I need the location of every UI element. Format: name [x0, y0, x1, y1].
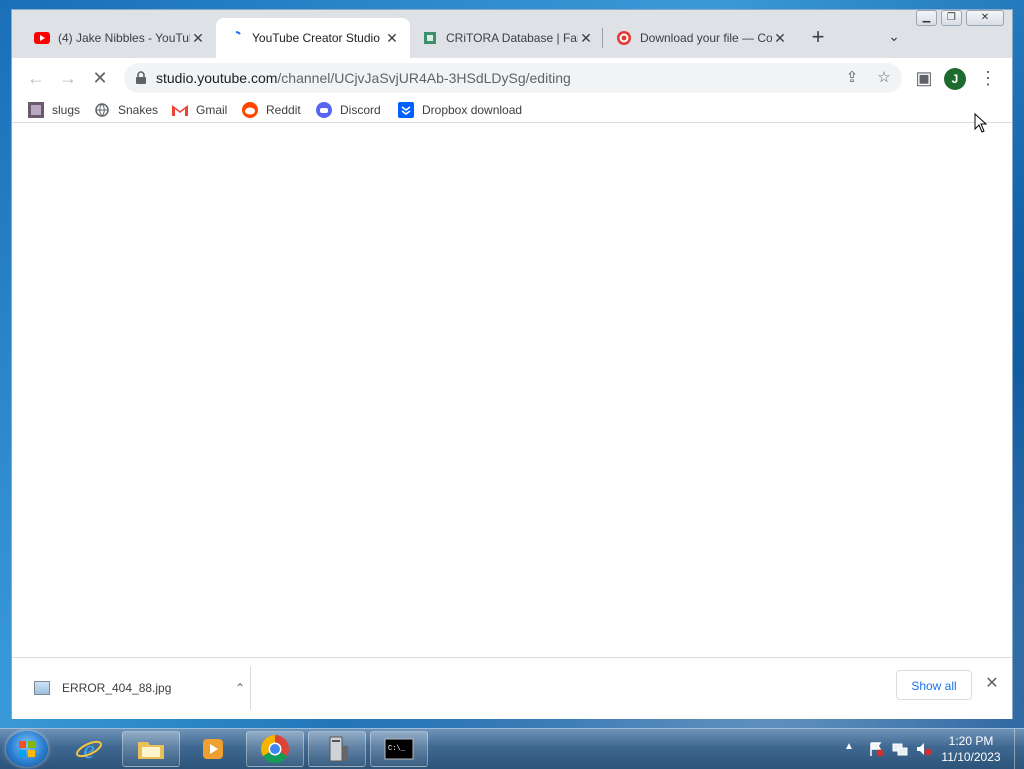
- bookmark-slugs[interactable]: slugs: [28, 100, 80, 120]
- tab-jake-nibbles[interactable]: (4) Jake Nibbles - YouTube ✕: [22, 18, 216, 58]
- address-bar[interactable]: studio.youtube.com/channel/UCjvJaSvjUR4A…: [124, 63, 902, 93]
- reddit-icon: [242, 102, 258, 118]
- computer-taskbar-button[interactable]: [308, 731, 366, 767]
- volume-muted-icon[interactable]: [916, 741, 932, 757]
- start-button[interactable]: [6, 731, 48, 767]
- bookmark-discord[interactable]: Discord: [316, 100, 381, 120]
- svg-text:C:\_: C:\_: [388, 745, 406, 753]
- mouse-cursor-icon: [974, 113, 988, 133]
- tab-close-icon[interactable]: ✕: [190, 30, 206, 46]
- globe-icon: [94, 102, 110, 118]
- chrome-icon: [261, 735, 289, 763]
- chevron-up-icon[interactable]: ⌃: [230, 681, 250, 695]
- bookmarks-bar: slugs Snakes Gmail Reddit Discord Dropbo…: [12, 98, 1012, 123]
- action-center-flag-icon[interactable]: [868, 741, 884, 757]
- forward-arrow-icon[interactable]: →: [54, 64, 82, 92]
- windows-logo-icon: [19, 741, 35, 757]
- command-prompt-taskbar-button[interactable]: C:\_: [370, 731, 428, 767]
- youtube-icon: [34, 30, 50, 46]
- tab-title: CRiTORA Database | Fandom: [446, 31, 578, 45]
- bookmark-reddit[interactable]: Reddit: [242, 100, 301, 120]
- bookmark-gmail[interactable]: Gmail: [172, 100, 227, 120]
- slugs-icon: [28, 102, 44, 118]
- bookmark-label: Discord: [340, 103, 381, 117]
- computer-icon: [329, 736, 348, 762]
- tab-title: Download your file — Convertio: [640, 31, 772, 45]
- tab-close-icon[interactable]: ✕: [384, 30, 400, 46]
- bookmark-label: Gmail: [196, 103, 228, 117]
- browser-toolbar: ← → ✕ studio.youtube.com/channel/UCjvJaS…: [12, 58, 1012, 98]
- folder-icon: [138, 742, 164, 759]
- media-player-taskbar-button[interactable]: [184, 731, 242, 767]
- explorer-taskbar-button[interactable]: [122, 731, 180, 767]
- lock-icon: [134, 71, 148, 85]
- bookmark-snakes[interactable]: Snakes: [94, 100, 158, 120]
- clock-date: 11/10/2023: [941, 750, 1001, 764]
- back-arrow-icon[interactable]: ←: [22, 64, 50, 92]
- chrome-taskbar-button[interactable]: [246, 731, 304, 767]
- bookmark-dropbox-download[interactable]: Dropbox download: [398, 100, 522, 120]
- show-desktop-button[interactable]: [1014, 729, 1024, 769]
- tab-title: YouTube Creator Studio: [252, 31, 380, 45]
- system-tray: ▲ 1:20 PM 11/10/2023: [840, 729, 1024, 769]
- tab-critora-database[interactable]: CRiTORA Database | Fandom ✕: [410, 18, 604, 58]
- maximize-button[interactable]: ❐: [940, 10, 962, 26]
- dropbox-icon: [398, 102, 414, 118]
- minimize-button[interactable]: ▁: [916, 10, 937, 26]
- taskbar: e C:\_ ▲ 1:20 PM 11/10/2023: [0, 728, 1024, 769]
- download-item[interactable]: ERROR_404_88.jpg ⌃: [22, 668, 250, 708]
- close-shelf-icon[interactable]: ✕: [982, 674, 1002, 694]
- window-controls: ▁ ❐ ✕: [916, 10, 1008, 28]
- tab-close-icon[interactable]: ✕: [772, 30, 788, 46]
- command-prompt-icon: C:\_: [384, 738, 414, 760]
- bookmark-label: Snakes: [118, 103, 159, 117]
- network-icon[interactable]: [892, 741, 908, 757]
- bookmark-label: Dropbox download: [422, 103, 523, 117]
- stop-loading-icon[interactable]: ✕: [86, 64, 114, 92]
- download-filename: ERROR_404_88.jpg: [62, 681, 172, 695]
- show-hidden-icons-icon[interactable]: ▲: [844, 741, 854, 752]
- clock-time: 1:20 PM: [948, 734, 994, 748]
- new-tab-button[interactable]: +: [806, 26, 830, 50]
- media-player-icon: [203, 739, 223, 759]
- bookmark-label: Reddit: [266, 103, 301, 117]
- download-shelf: ERROR_404_88.jpg ⌃ Show all ✕: [12, 657, 1012, 719]
- taskbar-clock[interactable]: 1:20 PM 11/10/2023: [936, 733, 1006, 765]
- page-content: [12, 123, 1012, 657]
- loading-spinner-icon: [228, 30, 244, 46]
- share-icon[interactable]: ⇪: [842, 68, 862, 88]
- convertio-icon: [616, 30, 632, 46]
- bookmark-star-icon[interactable]: ☆: [874, 68, 894, 88]
- show-all-button[interactable]: Show all: [896, 670, 972, 700]
- internet-explorer-icon: e: [76, 735, 102, 763]
- side-panel-icon[interactable]: ▣: [910, 64, 938, 92]
- tab-separator: [602, 28, 603, 48]
- internet-explorer-taskbar-button[interactable]: e: [60, 731, 118, 767]
- close-window-button[interactable]: ✕: [965, 10, 1005, 26]
- discord-icon: [316, 102, 332, 118]
- svg-text:e: e: [83, 735, 95, 763]
- browser-window: (4) Jake Nibbles - YouTube ✕ YouTube Cre…: [12, 10, 1012, 719]
- critora-icon: [422, 30, 438, 46]
- tab-youtube-creator-studio[interactable]: YouTube Creator Studio ✕: [216, 18, 410, 58]
- url-path: /channel/UCjvJaSvjUR4Ab-3HSdLDySg/editin…: [277, 70, 571, 86]
- url-host: studio.youtube.com: [156, 70, 278, 86]
- tab-title: (4) Jake Nibbles - YouTube: [58, 31, 190, 45]
- profile-avatar[interactable]: J: [944, 68, 966, 90]
- tab-search-chevron-icon[interactable]: ⌄: [882, 28, 906, 48]
- download-separator: [250, 666, 251, 710]
- kebab-menu-icon[interactable]: ⋮: [974, 64, 1002, 92]
- bookmark-label: slugs: [52, 103, 81, 117]
- url-text: studio.youtube.com/channel/UCjvJaSvjUR4A…: [156, 70, 571, 86]
- tab-close-icon[interactable]: ✕: [578, 30, 594, 46]
- image-file-icon: [34, 681, 50, 695]
- tab-download-your-file[interactable]: Download your file — Convertio ✕: [604, 18, 798, 58]
- gmail-icon: [172, 102, 188, 118]
- tab-strip: (4) Jake Nibbles - YouTube ✕ YouTube Cre…: [12, 10, 1012, 58]
